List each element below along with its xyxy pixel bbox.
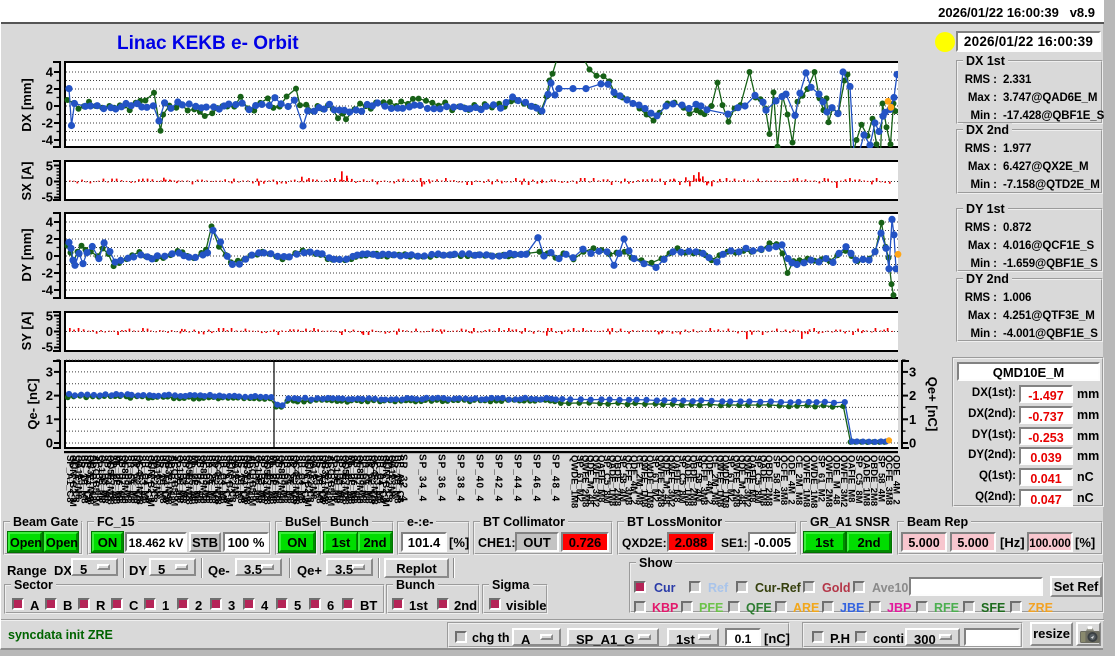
svg-text:SP_34_4: SP_34_4 (417, 454, 428, 502)
svg-text:1: 1 (46, 412, 53, 427)
svg-text:SP_42_4: SP_42_4 (493, 454, 504, 502)
svg-text:4: 4 (46, 215, 54, 230)
svg-text:5: 5 (46, 309, 53, 324)
svg-text:DY [mm]: DY [mm] (19, 228, 34, 281)
svg-text:4: 4 (46, 65, 54, 80)
svg-text:2: 2 (46, 82, 53, 97)
svg-text:-5: -5 (41, 340, 53, 355)
svg-text:2: 2 (46, 388, 53, 403)
svg-text:QDE_4M_2: QDE_4M_2 (890, 455, 901, 505)
svg-text:3: 3 (46, 365, 53, 380)
svg-text:SP_32_4: SP_32_4 (398, 454, 409, 502)
svg-text:SP_46_4: SP_46_4 (531, 454, 542, 502)
svg-text:Qe+ [nC]: Qe+ [nC] (925, 377, 940, 432)
svg-text:5: 5 (46, 159, 53, 174)
svg-text:Qe- [nC]: Qe- [nC] (25, 378, 40, 429)
svg-text:-2: -2 (41, 266, 53, 281)
svg-text:0: 0 (46, 174, 53, 189)
svg-text:SX [A]: SX [A] (19, 162, 34, 201)
svg-text:SP_48_4: SP_48_4 (550, 454, 561, 502)
svg-text:DX [mm]: DX [mm] (19, 78, 34, 131)
svg-text:0: 0 (46, 436, 53, 451)
svg-text:0: 0 (46, 99, 53, 114)
svg-text:SP_36_4: SP_36_4 (436, 454, 447, 502)
svg-text:0: 0 (46, 324, 53, 339)
svg-text:SP_38_4: SP_38_4 (455, 454, 466, 502)
svg-text:-5: -5 (41, 190, 53, 205)
svg-text:2: 2 (909, 388, 916, 403)
svg-text:SP_40_4: SP_40_4 (474, 454, 485, 502)
svg-text:1: 1 (909, 412, 916, 427)
svg-text:3: 3 (909, 365, 916, 380)
svg-text:0: 0 (46, 249, 53, 264)
svg-text:0: 0 (909, 436, 916, 451)
svg-text:SY [A]: SY [A] (19, 312, 34, 351)
svg-text:-4: -4 (41, 133, 53, 148)
svg-text:-2: -2 (41, 116, 53, 131)
svg-text:SP_44_4: SP_44_4 (512, 454, 523, 502)
svg-text:-4: -4 (41, 283, 53, 298)
svg-text:2: 2 (46, 232, 53, 247)
